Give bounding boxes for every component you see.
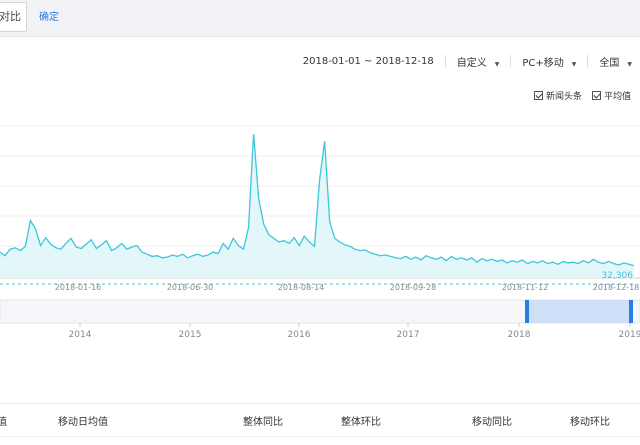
x-tick-label: 2018-01-16 — [55, 283, 102, 292]
dropdown-arrow-icon: ▼ — [494, 60, 500, 68]
x-tick-label: 2018-12-18 — [593, 283, 640, 292]
table-divider — [0, 436, 640, 437]
custom-range-dropdown[interactable]: 自定义 ▼ — [457, 54, 500, 69]
platform-label: PC+移动 — [522, 57, 564, 69]
confirm-link[interactable]: 确定 — [39, 8, 59, 23]
filter-divider — [510, 55, 512, 67]
legend-item-news[interactable]: 新闻头条 — [533, 89, 582, 102]
range-handle-right[interactable] — [629, 300, 633, 323]
date-range-display[interactable]: 2018-01-01 ~ 2018-12-18 — [303, 56, 434, 67]
overview-year-label: 2015 — [179, 330, 202, 340]
dropdown-arrow-icon: ▼ — [627, 60, 632, 68]
legend-item-average[interactable]: 平均值 — [591, 89, 631, 102]
overview-year-label: 2016 — [288, 330, 311, 340]
top-toolbar: 对比 确定 — [0, 0, 640, 37]
checkbox-checked-icon[interactable] — [533, 91, 543, 100]
table-column-header[interactable]: 移动日均值 — [58, 413, 108, 428]
region-label: 全国 — [599, 57, 620, 69]
compare-button[interactable]: 对比 — [0, 2, 27, 32]
table-column-header[interactable]: 移动环比 — [570, 413, 610, 428]
table-column-header[interactable]: 移动同比 — [472, 413, 512, 428]
average-label: 32,306 — [602, 271, 634, 281]
x-tick-label: 2018-09-28 — [390, 283, 437, 292]
overview-year-label: 2014 — [69, 330, 92, 340]
range-handle-left[interactable] — [525, 300, 529, 323]
legend-label: 平均值 — [603, 92, 631, 102]
table-column-header[interactable]: 整体同比 — [243, 413, 283, 428]
filter-bar: 2018-01-01 ~ 2018-12-18 自定义 ▼ PC+移动 ▼ 全国 ▼ — [303, 54, 632, 69]
table-header: 值 移动日均值 整体同比 整体环比 移动同比 移动环比 — [0, 403, 640, 445]
x-tick-label: 2018-06-30 — [167, 283, 214, 292]
filter-divider — [444, 55, 446, 67]
filter-divider — [587, 55, 589, 67]
x-tick-label: 2018-08-14 — [278, 283, 325, 292]
overview-year-label: 2019 — [619, 330, 640, 340]
region-dropdown[interactable]: 全国 ▼ — [599, 54, 632, 69]
platform-dropdown[interactable]: PC+移动 ▼ — [522, 54, 576, 69]
chart-legend: 新闻头条 平均值 — [524, 89, 631, 102]
overview-year-label: 2017 — [397, 330, 420, 340]
custom-range-label: 自定义 — [456, 57, 487, 69]
overview-year-label: 2018 — [508, 330, 531, 340]
legend-label: 新闻头条 — [545, 92, 582, 102]
checkbox-checked-icon[interactable] — [591, 91, 601, 100]
trend-chart: 32,306 2018-01-16 2018-06-30 2018-08-14 2018… — [0, 125, 640, 340]
dropdown-arrow-icon: ▼ — [571, 60, 577, 68]
overview-selection — [527, 300, 631, 323]
table-column-header[interactable]: 值 — [0, 413, 7, 428]
x-tick-label: 2018-11-12 — [502, 283, 549, 292]
table-column-header[interactable]: 整体环比 — [341, 413, 381, 428]
